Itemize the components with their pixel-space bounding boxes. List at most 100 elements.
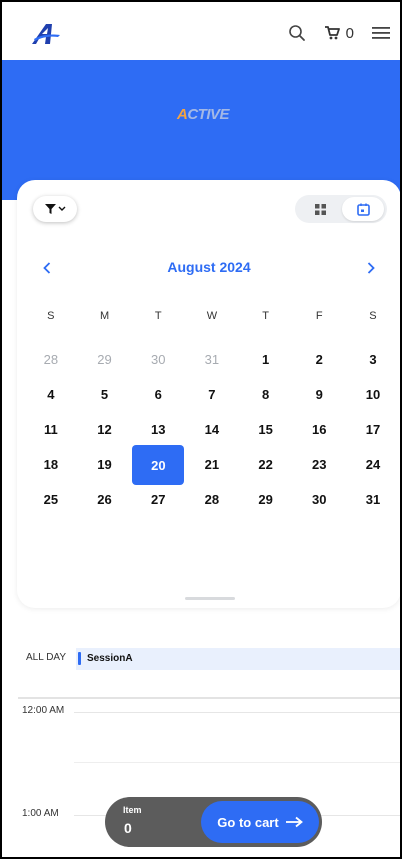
half-hour-line (74, 762, 400, 763)
item-label: Item (123, 805, 142, 815)
day-number: 18 (43, 457, 59, 472)
calendar-day[interactable]: 28 (24, 342, 78, 377)
calendar-day[interactable]: 30 (292, 482, 346, 517)
day-number: 14 (204, 422, 220, 437)
grid-view-button[interactable] (299, 197, 341, 221)
calendar-day[interactable]: 17 (346, 412, 400, 447)
all-day-label: ALL DAY (26, 652, 67, 663)
calendar-day[interactable]: 12 (78, 412, 132, 447)
day-number: 6 (154, 387, 162, 402)
weekday-label: S (369, 310, 377, 322)
calendar-day[interactable]: 11 (24, 412, 78, 447)
weekday-header: SMTWTFS (24, 310, 396, 322)
calendar-day[interactable]: 19 (78, 447, 132, 482)
calendar-day[interactable]: 25 (24, 482, 78, 517)
filter-button[interactable] (33, 196, 77, 222)
day-number: 16 (312, 422, 327, 437)
calendar-day[interactable]: 29 (239, 482, 293, 517)
day-number: 28 (43, 352, 59, 367)
calendar-day[interactable]: 21 (185, 447, 239, 482)
sheet-drag-handle[interactable] (185, 597, 235, 600)
cart-button[interactable]: 0 (324, 25, 354, 42)
calendar-sheet: August 2024 SMTWTFS 28 29 30 31 1 2 3 4 5 6 7 8 9 10 1… (17, 180, 400, 608)
cart-count: 0 (345, 24, 354, 42)
calendar-day[interactable]: 9 (292, 377, 346, 412)
calendar-day[interactable]: 3 (346, 342, 400, 377)
day-number: 5 (100, 387, 109, 402)
calendar-day[interactable]: 24 (346, 447, 400, 482)
calendar-day[interactable]: 2 (292, 342, 346, 377)
weekday-label: S (47, 310, 55, 322)
calendar-view-button[interactable] (342, 197, 384, 221)
day-number: 30 (150, 352, 166, 367)
day-number: 7 (208, 387, 216, 402)
calendar-day[interactable]: 14 (185, 412, 239, 447)
weekday-label: T (154, 310, 162, 322)
all-day-event[interactable]: SessionA (76, 648, 400, 670)
hour-line (74, 712, 400, 713)
calendar-day[interactable]: 31 (185, 342, 239, 377)
weekday-label: F (315, 310, 323, 322)
app-frame: 0 ACTIVE August 2024 S M T W T F S 28 29… (0, 0, 402, 859)
calendar-day[interactable]: 8 (239, 377, 293, 412)
calendar-day[interactable]: 31 (346, 482, 400, 517)
go-to-cart-button[interactable]: Go to cart (201, 801, 319, 843)
day-number: 31 (204, 352, 220, 367)
calendar-view-icon (356, 203, 370, 216)
event-color-bar (78, 652, 81, 665)
calendar-day[interactable]: 13 (131, 412, 185, 447)
chevron-down-icon (58, 206, 65, 211)
day-number: 26 (97, 492, 112, 507)
day-number: 2 (315, 352, 323, 367)
day-number: 3 (369, 352, 377, 367)
time-slot-row: 12:00 AM (2, 705, 400, 719)
search-icon[interactable] (288, 24, 306, 42)
cart-summary-bar: Item 0 Go to cart (105, 797, 322, 847)
day-number: 4 (47, 387, 55, 402)
calendar-day[interactable]: 16 (292, 412, 346, 447)
calendar-day[interactable]: 23 (292, 447, 346, 482)
calendar-day[interactable]: 4 (24, 377, 78, 412)
day-number: 9 (315, 387, 323, 402)
filter-icon (44, 204, 56, 214)
calendar-day[interactable]: 6 (131, 377, 185, 412)
calendar-day[interactable]: 5 (78, 377, 132, 412)
month-navigator: August 2024 (17, 258, 400, 278)
day-number: 19 (97, 457, 112, 472)
day-number: 27 (150, 492, 166, 507)
view-toggle (295, 195, 387, 223)
day-number: 24 (365, 457, 381, 472)
cart-icon (324, 26, 340, 40)
day-number: 10 (365, 387, 381, 402)
calendar-day-selected[interactable]: 20 (131, 445, 185, 485)
active-a-logo-icon[interactable] (30, 20, 62, 46)
calendar-day[interactable]: 28 (185, 482, 239, 517)
day-number: 23 (312, 457, 327, 472)
next-month-button[interactable] (361, 258, 381, 278)
calendar-day[interactable]: 1 (239, 342, 293, 377)
calendar-day[interactable]: 29 (78, 342, 132, 377)
calendar-day[interactable]: 22 (239, 447, 293, 482)
day-number: 30 (312, 492, 327, 507)
day-number: 15 (258, 422, 273, 437)
weekday-label: M (99, 310, 110, 322)
grid-view-icon (314, 203, 326, 215)
hero-banner: ACTIVE (2, 60, 400, 200)
calendar-day-grid: 28 29 30 31 1 2 3 4 5 6 7 8 9 10 11 12 13 14 15 16 17 18 19 20 2… (24, 342, 396, 517)
day-number: 20 (132, 445, 185, 485)
calendar-day[interactable]: 15 (239, 412, 293, 447)
day-number: 31 (365, 492, 381, 507)
calendar-day[interactable]: 7 (185, 377, 239, 412)
calendar-day[interactable]: 10 (346, 377, 400, 412)
calendar-day[interactable]: 26 (78, 482, 132, 517)
chevron-right-icon (367, 262, 375, 274)
weekday-label: W (206, 310, 218, 322)
time-label: 1:00 AM (22, 808, 59, 819)
calendar-day[interactable]: 30 (131, 342, 185, 377)
calendar-day[interactable]: 27 (131, 482, 185, 517)
day-number: 1 (261, 352, 270, 367)
month-label: August 2024 (167, 259, 251, 275)
calendar-day[interactable]: 18 (24, 447, 78, 482)
hamburger-menu-icon[interactable] (372, 26, 390, 40)
weekday-label: T (262, 310, 269, 322)
